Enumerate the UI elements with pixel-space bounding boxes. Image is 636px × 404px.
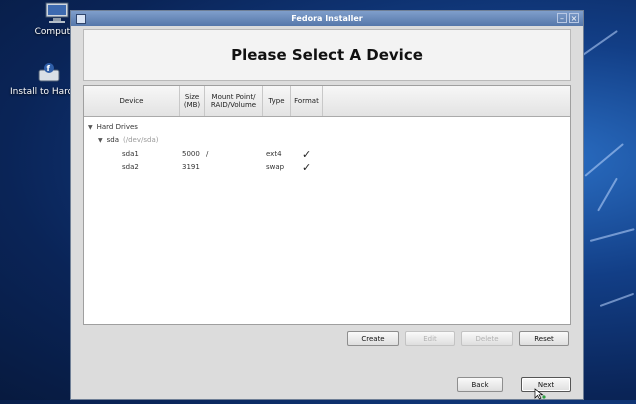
format-check-icon[interactable]: ✓ bbox=[302, 148, 311, 161]
device-table[interactable]: Device Size (MB) Mount Point/ RAID/Volum… bbox=[83, 85, 571, 325]
delete-button[interactable]: Delete bbox=[461, 331, 513, 346]
expander-down-icon[interactable]: ▼ bbox=[88, 124, 93, 131]
expander-down-icon[interactable]: ▼ bbox=[98, 137, 103, 144]
column-size[interactable]: Size (MB) bbox=[180, 86, 205, 116]
window-titlebar[interactable]: Fedora Installer – × bbox=[71, 11, 583, 26]
close-icon[interactable]: × bbox=[569, 13, 579, 23]
page-title: Please Select A Device bbox=[231, 46, 423, 64]
install-icon: f bbox=[36, 62, 62, 84]
table-header: Device Size (MB) Mount Point/ RAID/Volum… bbox=[84, 86, 570, 117]
tree-row-drive[interactable]: ▼ sda (/dev/sda) bbox=[98, 134, 158, 146]
edit-button[interactable]: Edit bbox=[405, 331, 455, 346]
table-row[interactable]: sda2 3191 swap ✓ bbox=[84, 161, 324, 174]
reset-button[interactable]: Reset bbox=[519, 331, 569, 346]
table-row[interactable]: sda1 5000 / ext4 ✓ bbox=[84, 148, 324, 161]
back-button[interactable]: Back bbox=[457, 377, 503, 392]
minimize-icon[interactable]: – bbox=[557, 13, 567, 23]
tree-row-hard-drives[interactable]: ▼ Hard Drives bbox=[88, 121, 138, 133]
column-type[interactable]: Type bbox=[263, 86, 291, 116]
window-title: Fedora Installer bbox=[291, 14, 363, 23]
create-button[interactable]: Create bbox=[347, 331, 399, 346]
column-mount[interactable]: Mount Point/ RAID/Volume bbox=[205, 86, 263, 116]
column-device[interactable]: Device bbox=[84, 86, 180, 116]
svg-text:f: f bbox=[47, 64, 51, 73]
format-check-icon[interactable]: ✓ bbox=[302, 161, 311, 174]
page-banner: Please Select A Device bbox=[83, 29, 571, 81]
computer-icon bbox=[44, 2, 70, 24]
installer-window: Fedora Installer – × Please Select A Dev… bbox=[70, 10, 584, 400]
busy-cursor-icon bbox=[534, 385, 546, 400]
next-button[interactable]: Next bbox=[521, 377, 571, 392]
column-format[interactable]: Format bbox=[291, 86, 323, 116]
